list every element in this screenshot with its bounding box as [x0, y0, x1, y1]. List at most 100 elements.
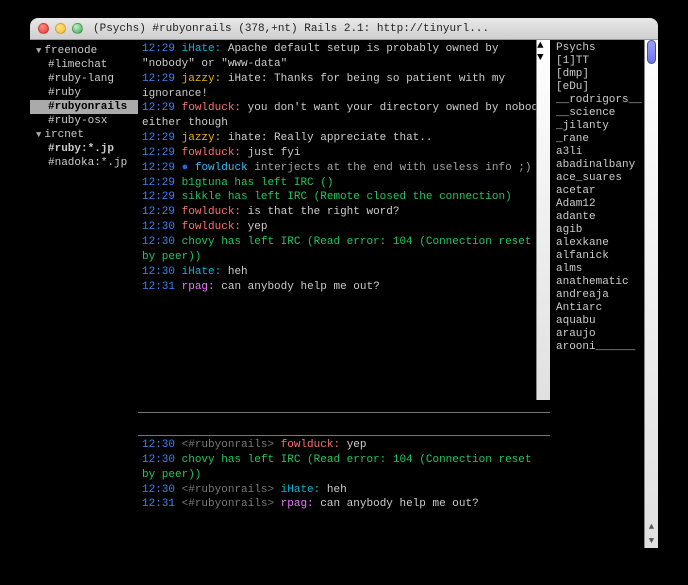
user-item[interactable]: _rane — [556, 133, 656, 146]
chat-line: 12:29 fowlduck: you don't want your dire… — [142, 101, 546, 131]
user-item[interactable]: __rodrigors__ — [556, 94, 656, 107]
user-item[interactable]: [eDu] — [556, 81, 656, 94]
chat-scrollbar[interactable]: ▲ ▼ — [536, 40, 550, 400]
network-item[interactable]: ▼freenode — [30, 44, 138, 58]
nick: fowlduck: — [281, 439, 340, 451]
chat-line: 12:29 jazzy: iHate: Thanks for being so … — [142, 72, 546, 102]
user-item[interactable]: Adam12 — [556, 198, 656, 211]
scroll-down-icon[interactable]: ▼ — [537, 52, 550, 64]
chat-line: 12:29 iHate: Apache default setup is pro… — [142, 42, 546, 72]
chat-line: 12:29 sikkle has left IRC (Remote closed… — [142, 190, 546, 205]
timestamp: 12:30 — [142, 266, 175, 278]
scroll-track[interactable] — [645, 40, 658, 520]
timestamp: 12:29 — [142, 177, 175, 189]
window-title: (Psychs) #rubyonrails (378,+nt) Rails 2.… — [93, 23, 650, 35]
network-label: freenode — [44, 45, 97, 57]
chat-line: 12:31 rpag: can anybody help me out? — [142, 280, 546, 295]
user-item[interactable]: ace_suares — [556, 172, 656, 185]
action-bullet-icon: ● — [182, 162, 189, 174]
message-input[interactable] — [138, 418, 550, 430]
nick: jazzy: — [182, 73, 222, 85]
titlebar[interactable]: (Psychs) #rubyonrails (378,+nt) Rails 2.… — [30, 18, 658, 40]
userlist-scrollbar[interactable]: ▲ ▼ — [644, 40, 658, 548]
chat-line: 12:30 chovy has left IRC (Read error: 10… — [142, 235, 546, 265]
nick: jazzy: — [182, 132, 222, 144]
user-item[interactable]: [1]TT — [556, 55, 656, 68]
message-text: is that the right word? — [248, 206, 400, 218]
user-list: Psychs[1]TT[dmp][eDu]__rodrigors____scie… — [550, 40, 658, 548]
channel-item[interactable]: #ruby-lang — [30, 72, 138, 86]
chat-line: 12:30 fowlduck: yep — [142, 220, 546, 235]
scroll-up-icon[interactable]: ▲ — [645, 520, 658, 534]
system-message: chovy has left IRC (Read error: 104 (Con… — [142, 454, 531, 481]
network-item[interactable]: ▼ircnet — [30, 128, 138, 142]
channel-item[interactable]: #ruby:*.jp — [30, 142, 138, 156]
nick: fowlduck: — [182, 102, 241, 114]
user-item[interactable]: andreaja — [556, 289, 656, 302]
triangle-down-icon: ▼ — [36, 130, 41, 140]
user-item[interactable]: Antiarc — [556, 302, 656, 315]
user-item[interactable]: arooni______ — [556, 341, 656, 354]
content: ▼freenode#limechat#ruby-lang#ruby#rubyon… — [30, 40, 658, 548]
nick: iHate: — [182, 43, 222, 55]
timestamp: 12:30 — [142, 221, 175, 233]
server-tree: ▼freenode#limechat#ruby-lang#ruby#rubyon… — [30, 40, 138, 548]
message-text: heh — [228, 266, 248, 278]
console-log[interactable]: 12:30 <#rubyonrails> fowlduck: yep12:30 … — [138, 436, 550, 548]
channel-item[interactable]: #ruby — [30, 86, 138, 100]
system-message: chovy has left IRC (Read error: 104 (Con… — [142, 236, 531, 263]
scroll-up-icon[interactable]: ▲ — [537, 40, 550, 52]
user-item[interactable]: _jilanty — [556, 120, 656, 133]
user-item[interactable]: acetar — [556, 185, 656, 198]
app-window: (Psychs) #rubyonrails (378,+nt) Rails 2.… — [30, 18, 658, 548]
console-line: 12:30 <#rubyonrails> iHate: heh — [142, 483, 546, 498]
user-item[interactable]: alms — [556, 263, 656, 276]
channel-item[interactable]: #nadoka:*.jp — [30, 156, 138, 170]
user-item[interactable]: [dmp] — [556, 68, 656, 81]
chat-line: 12:30 iHate: heh — [142, 265, 546, 280]
channel-item[interactable]: #limechat — [30, 58, 138, 72]
user-item[interactable]: agib — [556, 224, 656, 237]
user-item[interactable]: aquabu — [556, 315, 656, 328]
timestamp: 12:29 — [142, 191, 175, 203]
scroll-thumb[interactable] — [647, 40, 656, 64]
timestamp: 12:30 — [142, 439, 175, 451]
channel-tag: <#rubyonrails> — [182, 484, 274, 496]
window-controls — [38, 23, 83, 34]
user-item[interactable]: adante — [556, 211, 656, 224]
chat-log[interactable]: 12:29 iHate: Apache default setup is pro… — [138, 40, 550, 412]
user-item[interactable]: araujo — [556, 328, 656, 341]
user-item[interactable]: alexkane — [556, 237, 656, 250]
timestamp: 12:29 — [142, 147, 175, 159]
user-item[interactable]: abadinalbany — [556, 159, 656, 172]
nick: fowlduck: — [182, 206, 241, 218]
console-line: 12:30 <#rubyonrails> fowlduck: yep — [142, 438, 546, 453]
channel-item[interactable]: #ruby-osx — [30, 114, 138, 128]
minimize-icon[interactable] — [55, 23, 66, 34]
message-text: can anybody help me out? — [320, 498, 478, 510]
timestamp: 12:29 — [142, 102, 175, 114]
nick: rpag: — [182, 281, 215, 293]
timestamp: 12:30 — [142, 484, 175, 496]
chat-line: 12:29 fowlduck: just fyi — [142, 146, 546, 161]
user-item[interactable]: __science — [556, 107, 656, 120]
user-item[interactable]: alfanick — [556, 250, 656, 263]
close-icon[interactable] — [38, 23, 49, 34]
input-bar — [138, 412, 550, 436]
channel-item[interactable]: #rubyonrails — [30, 100, 138, 114]
message-text: can anybody help me out? — [221, 281, 379, 293]
message-text: yep — [347, 439, 367, 451]
zoom-icon[interactable] — [72, 23, 83, 34]
chat-line: 12:29 ● fowlduck interjects at the end w… — [142, 161, 546, 176]
user-item[interactable]: anathematic — [556, 276, 656, 289]
user-item[interactable]: Psychs — [556, 42, 656, 55]
timestamp: 12:30 — [142, 454, 175, 466]
nick: iHate: — [281, 484, 321, 496]
timestamp: 12:29 — [142, 73, 175, 85]
scroll-down-icon[interactable]: ▼ — [645, 534, 658, 548]
timestamp: 12:30 — [142, 236, 175, 248]
timestamp: 12:29 — [142, 206, 175, 218]
message-text: interjects at the end with useless info … — [254, 162, 531, 174]
console-line: 12:30 chovy has left IRC (Read error: 10… — [142, 453, 546, 483]
user-item[interactable]: a3li — [556, 146, 656, 159]
